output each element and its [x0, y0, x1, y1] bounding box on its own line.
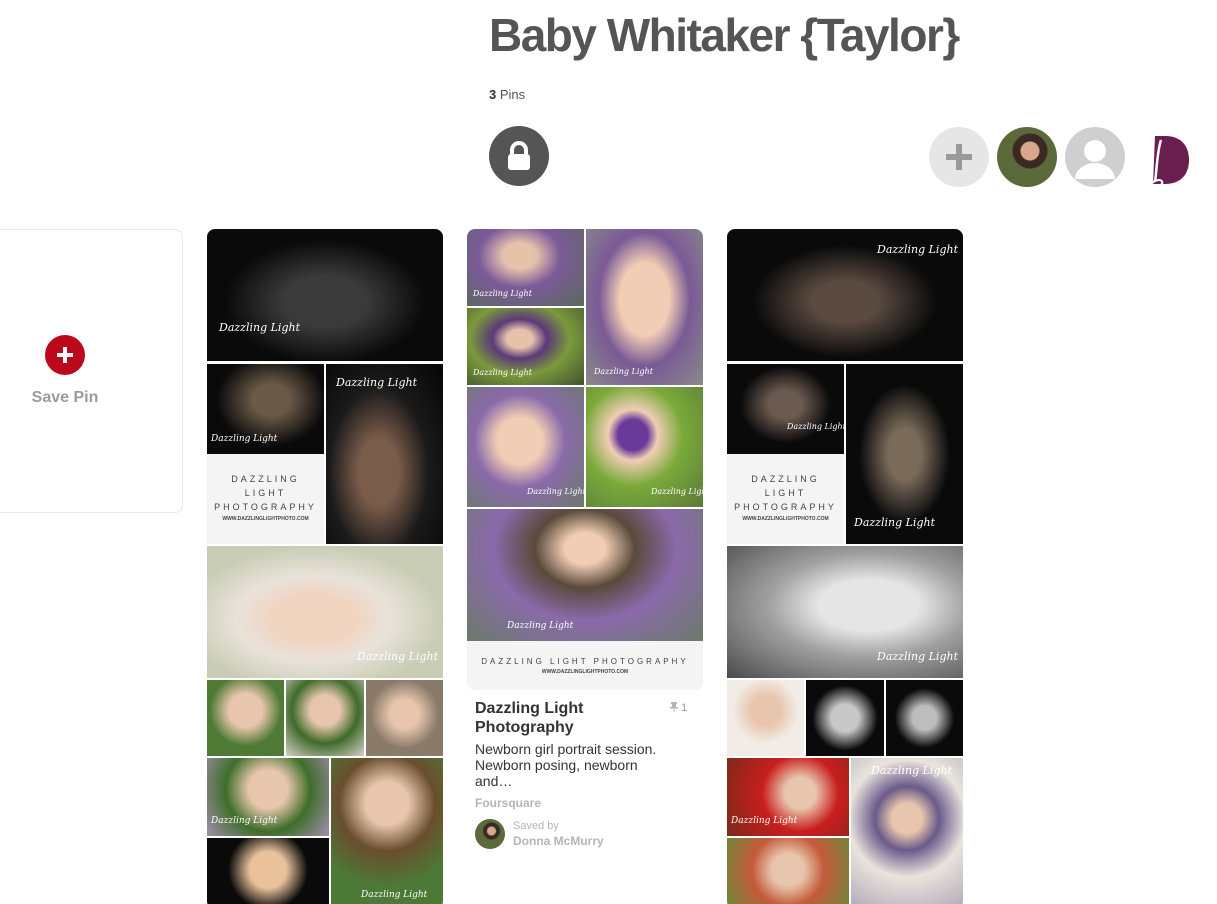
default-user-avatar[interactable] — [1065, 127, 1125, 187]
pin-image-3[interactable]: Dazzling Light Dazzling Light DAZZLING L… — [727, 229, 963, 904]
user-icon — [1075, 140, 1115, 179]
saved-by-label: Saved by — [513, 820, 559, 832]
watermark: Dazzling Light — [473, 289, 532, 298]
photo-tile: Dazzling Light — [851, 758, 963, 904]
watermark: Dazzling Light — [651, 487, 703, 496]
promo-tile: DAZZLING LIGHT PHOTOGRAPHY WWW.DAZZLINGL… — [207, 454, 324, 544]
watermark: Dazzling Light — [787, 422, 844, 431]
watermark: Dazzling Light — [854, 516, 935, 529]
watermark: Dazzling Light — [877, 650, 958, 663]
photo-tile: Dazzling Light — [326, 364, 443, 544]
pin-count-label: Pins — [496, 87, 526, 102]
plus-icon — [57, 347, 73, 363]
photo-tile: Dazzling Light — [586, 387, 703, 507]
watermark: Dazzling Light — [877, 243, 958, 256]
photo-tile — [886, 680, 963, 756]
promo-line: LIGHT — [764, 488, 807, 498]
promo-line: DAZZLING LIGHT PHOTOGRAPHY — [481, 657, 689, 666]
photo-tile: Dazzling Light — [467, 229, 584, 306]
pin-title[interactable]: Dazzling Light Photography — [475, 699, 655, 737]
photo-tile: Dazzling Light — [727, 546, 963, 678]
watermark: Dazzling Light — [336, 376, 417, 389]
watermark: Dazzling Light — [731, 816, 798, 826]
photo-tile: Dazzling Light — [467, 509, 703, 641]
photo-tile: Dazzling Light — [207, 546, 443, 678]
photo-tile — [207, 838, 329, 904]
photo-tile: Dazzling Light — [207, 364, 324, 454]
photo-tile: Dazzling Light — [727, 229, 963, 361]
board-title: Baby Whitaker {Taylor} — [489, 9, 960, 61]
save-pin-label: Save Pin — [31, 389, 99, 406]
promo-tile: DAZZLING LIGHT PHOTOGRAPHY WWW.DAZZLINGL… — [467, 641, 703, 690]
promo-line: PHOTOGRAPHY — [214, 502, 317, 512]
watermark: Dazzling Light — [219, 321, 300, 334]
photo-tile — [366, 680, 443, 756]
promo-url: WWW.DAZZLINGLIGHTPHOTO.COM — [742, 516, 829, 522]
promo-tile: DAZZLING LIGHT PHOTOGRAPHY WWW.DAZZLINGL… — [727, 454, 844, 544]
watermark: Dazzling Light — [871, 764, 952, 777]
promo-line: LIGHT — [244, 488, 287, 498]
promo-line: DAZZLING — [231, 474, 300, 484]
promo-url: WWW.DAZZLINGLIGHTPHOTO.COM — [222, 516, 309, 522]
promo-url: WWW.DAZZLINGLIGHTPHOTO.COM — [541, 669, 629, 675]
photo-tile: Dazzling Light — [586, 229, 703, 385]
watermark: Dazzling Light — [211, 434, 278, 444]
pin-image-1[interactable]: Dazzling Light Dazzling Light DAZZLING L… — [207, 229, 443, 904]
save-pin-card[interactable] — [0, 229, 183, 513]
saver-avatar[interactable] — [475, 819, 505, 849]
dazzling-light-logo[interactable] — [1145, 130, 1191, 190]
photo-tile — [727, 680, 804, 756]
photo-tile: Dazzling Light — [467, 308, 584, 385]
watermark: Dazzling Light — [594, 367, 653, 376]
photo-tile: Dazzling Light — [727, 758, 849, 836]
promo-line: DAZZLING — [751, 474, 820, 484]
pin-count[interactable]: 3 Pins — [489, 87, 525, 102]
secret-board-lock-button[interactable] — [489, 126, 549, 186]
photo-tile — [286, 680, 364, 756]
photo-tile: Dazzling Light — [207, 229, 443, 361]
pin-description: Newborn girl portrait session. Newborn p… — [475, 741, 657, 789]
watermark: Dazzling Light — [357, 650, 438, 663]
add-collaborator-button[interactable] — [929, 127, 989, 187]
watermark: Dazzling Light — [473, 368, 532, 377]
photo-tile: Dazzling Light — [467, 387, 584, 507]
saver-name-link[interactable]: Donna McMurry — [513, 834, 604, 848]
pin-source-link[interactable]: Foursquare — [475, 796, 541, 810]
pin-icon — [670, 702, 678, 712]
photo-tile: Dazzling Light — [846, 364, 963, 544]
lock-icon — [508, 141, 530, 170]
photo-tile: Dazzling Light — [331, 758, 443, 904]
watermark: Dazzling Light — [361, 890, 428, 900]
photo-tile — [806, 680, 884, 756]
repin-count-value: 1 — [681, 702, 688, 714]
promo-line: PHOTOGRAPHY — [734, 502, 837, 512]
photo-tile — [207, 680, 284, 756]
photo-tile: Dazzling Light — [207, 758, 329, 836]
save-pin-button[interactable] — [45, 335, 85, 375]
watermark: Dazzling Light — [507, 621, 574, 631]
repin-count: 1 — [670, 702, 687, 714]
plus-icon — [946, 144, 972, 170]
collaborator-avatar[interactable] — [997, 127, 1057, 187]
watermark: Dazzling Light — [527, 487, 584, 496]
pin-image-2[interactable]: Dazzling Light Dazzling Light Dazzling L… — [467, 229, 703, 690]
watermark: Dazzling Light — [211, 816, 278, 826]
photo-tile: Dazzling Light — [727, 364, 844, 454]
photo-tile — [727, 838, 849, 904]
